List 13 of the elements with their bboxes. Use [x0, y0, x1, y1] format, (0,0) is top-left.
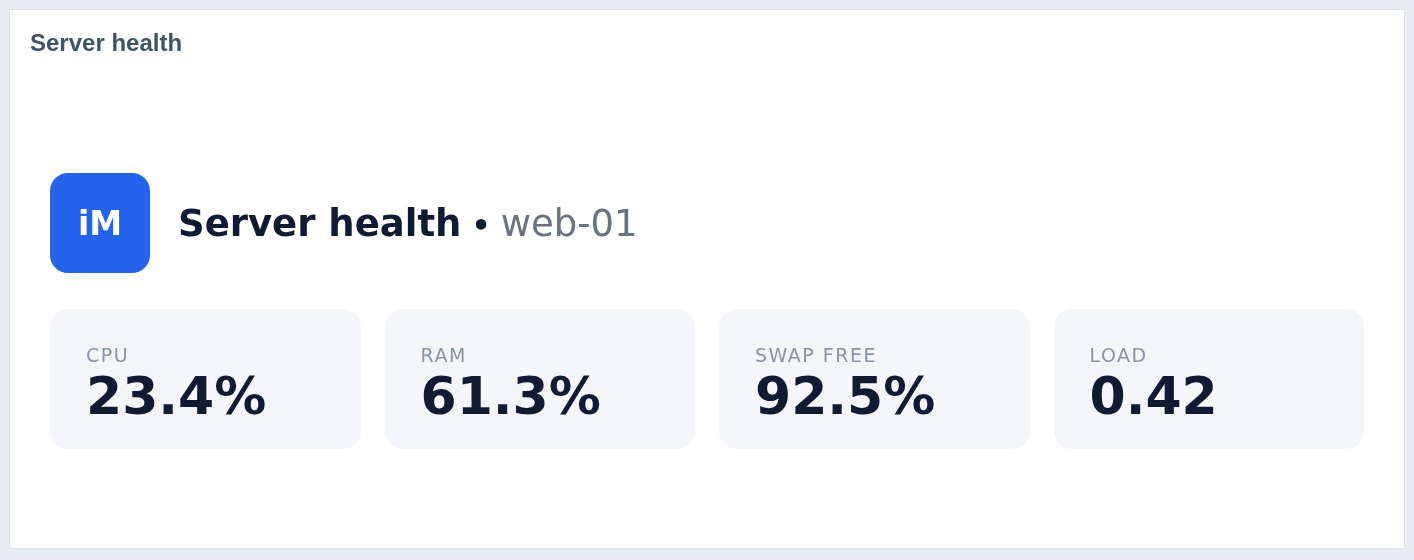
- host-name: web-01: [500, 201, 638, 245]
- metric-label: CPU: [86, 343, 131, 367]
- metric-label: RAM: [420, 343, 468, 367]
- metric-value: 61.3%: [420, 367, 602, 425]
- metric-value: 0.42: [1089, 367, 1219, 425]
- logo-icon: iM: [50, 173, 150, 273]
- separator-dot: •: [471, 207, 491, 243]
- metric-value: 92.5%: [755, 367, 937, 425]
- panel-title: Server health: [30, 28, 184, 58]
- metric-label: SWAP FREE: [755, 343, 878, 367]
- metric-value: 23.4%: [86, 367, 268, 425]
- server-title: Server health: [178, 201, 462, 245]
- metric-label: LOAD: [1089, 343, 1149, 367]
